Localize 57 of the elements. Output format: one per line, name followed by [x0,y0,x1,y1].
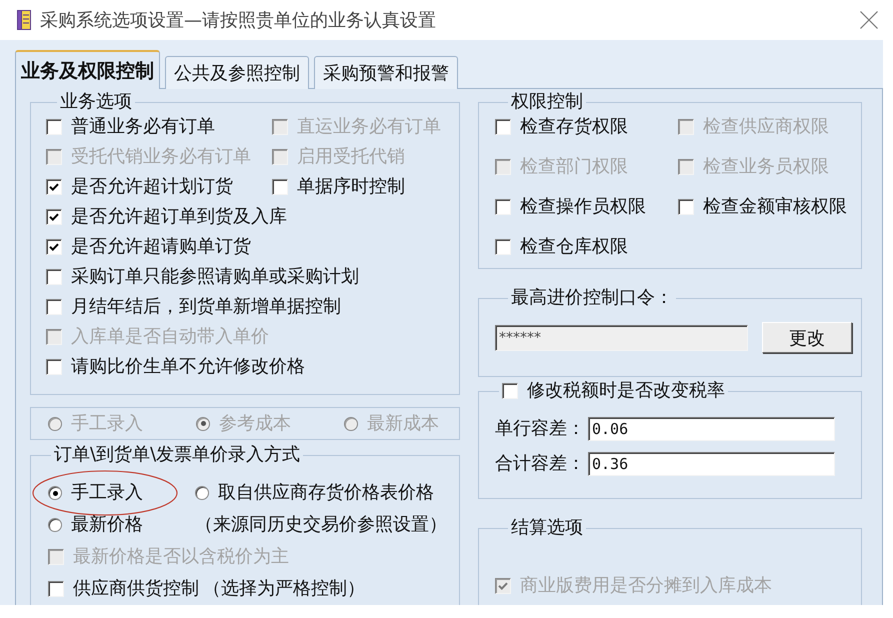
field-label: 单行容差： [495,418,585,440]
radio-label[interactable]: 最新价格 [71,514,143,536]
field-label: 合计容差： [495,453,585,475]
checkbox[interactable] [678,199,694,215]
group-title: 最高进价控制口令： [510,288,674,308]
group-title: 订单\到货单\发票单价录入方式 [53,445,302,465]
group-title: 业务选项 [59,92,133,112]
checkbox-label[interactable]: 检查仓库权限 [520,236,628,258]
radio-button[interactable] [195,486,209,500]
tab[interactable]: 业务及权限控制 [15,50,160,89]
window-title: 采购系统选项设置—请按照贵单位的业务认真设置 [40,9,437,32]
radio-button[interactable] [48,518,62,532]
checkbox[interactable] [46,359,62,375]
tolerance-field[interactable]: 0.36 [588,452,835,476]
checkbox[interactable] [495,119,511,135]
checkmark-icon [49,213,59,221]
checkbox[interactable] [46,209,62,225]
checkbox[interactable] [272,179,288,195]
checkbox-label[interactable]: 请购比价生单不允许修改价格 [71,356,305,378]
group-title: 结算选项 [510,518,584,538]
checkmark-icon [498,582,508,590]
checkbox[interactable] [46,179,62,195]
checkbox[interactable] [46,299,62,315]
checkbox[interactable] [495,199,511,215]
checkbox-label[interactable]: 修改税额时是否改变税率 [527,380,725,402]
radio-button[interactable] [48,486,62,500]
checkmark-icon [49,243,59,251]
notebook-icon [17,10,31,30]
tab[interactable]: 采购预警和报警 [314,56,458,89]
password-field[interactable]: ****** [495,324,748,350]
checkbox-label[interactable]: 检查存货权限 [520,116,628,138]
change-button[interactable]: 更改 [762,322,852,353]
note-text: （来源同历史交易价参照设置） [195,514,447,536]
group-title: 权限控制 [510,92,584,112]
checkbox[interactable] [495,239,511,255]
checkbox-label[interactable]: 采购订单只能参照请购单或采购计划 [71,266,359,288]
checkbox-label[interactable]: 检查操作员权限 [520,196,646,218]
tolerance-field[interactable]: 0.06 [588,417,835,441]
close-icon [860,11,878,29]
tab[interactable]: 公共及参照控制 [165,56,309,89]
checkbox-label[interactable]: 普通业务必有订单 [71,116,215,138]
checkbox-label[interactable]: 是否允许超订单到货及入库 [71,206,287,228]
checkbox[interactable] [46,239,62,255]
checkbox[interactable] [502,383,518,399]
checkmark-icon [49,183,59,191]
checkbox[interactable] [46,269,62,285]
checkbox-label[interactable]: 是否允许超计划订货 [71,176,233,198]
close-button[interactable] [860,11,878,29]
checkbox-label[interactable]: 单据序时控制 [297,176,405,198]
checkbox-label[interactable]: 是否允许超请购单订货 [71,236,251,258]
radio-label[interactable]: 取自供应商存货价格表价格 [218,482,434,504]
note-text: （选择为严格控制） [203,578,365,600]
checkbox[interactable] [46,119,62,135]
checkbox-label[interactable]: 检查金额审核权限 [703,196,847,218]
checkbox-label[interactable]: 供应商供货控制 [73,578,199,600]
checkbox-label[interactable]: 月结年结后，到货单新增单据控制 [71,296,341,318]
checkbox[interactable] [48,581,64,597]
